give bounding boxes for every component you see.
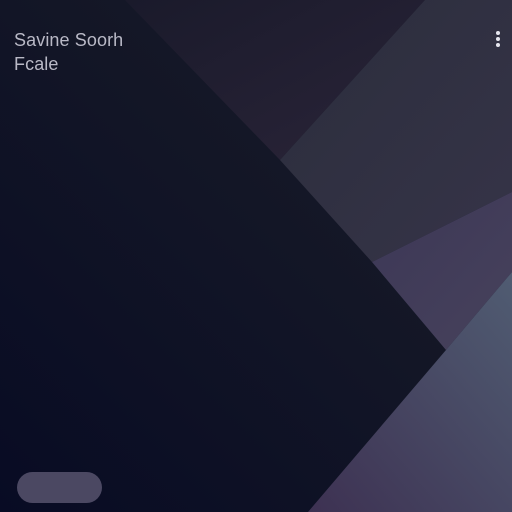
app-screen: Savine Soorh Fcale <box>0 0 512 512</box>
more-vertical-icon-dot <box>496 43 500 47</box>
pill-button[interactable] <box>17 472 102 503</box>
title-line-2: Fcale <box>14 54 59 74</box>
wallpaper-background <box>0 0 512 512</box>
more-vertical-icon-dot <box>496 37 500 41</box>
more-options-button[interactable] <box>488 28 508 50</box>
screen-title: Savine Soorh Fcale <box>14 28 123 76</box>
title-line-1: Savine Soorh <box>14 30 124 50</box>
more-vertical-icon <box>496 31 500 35</box>
